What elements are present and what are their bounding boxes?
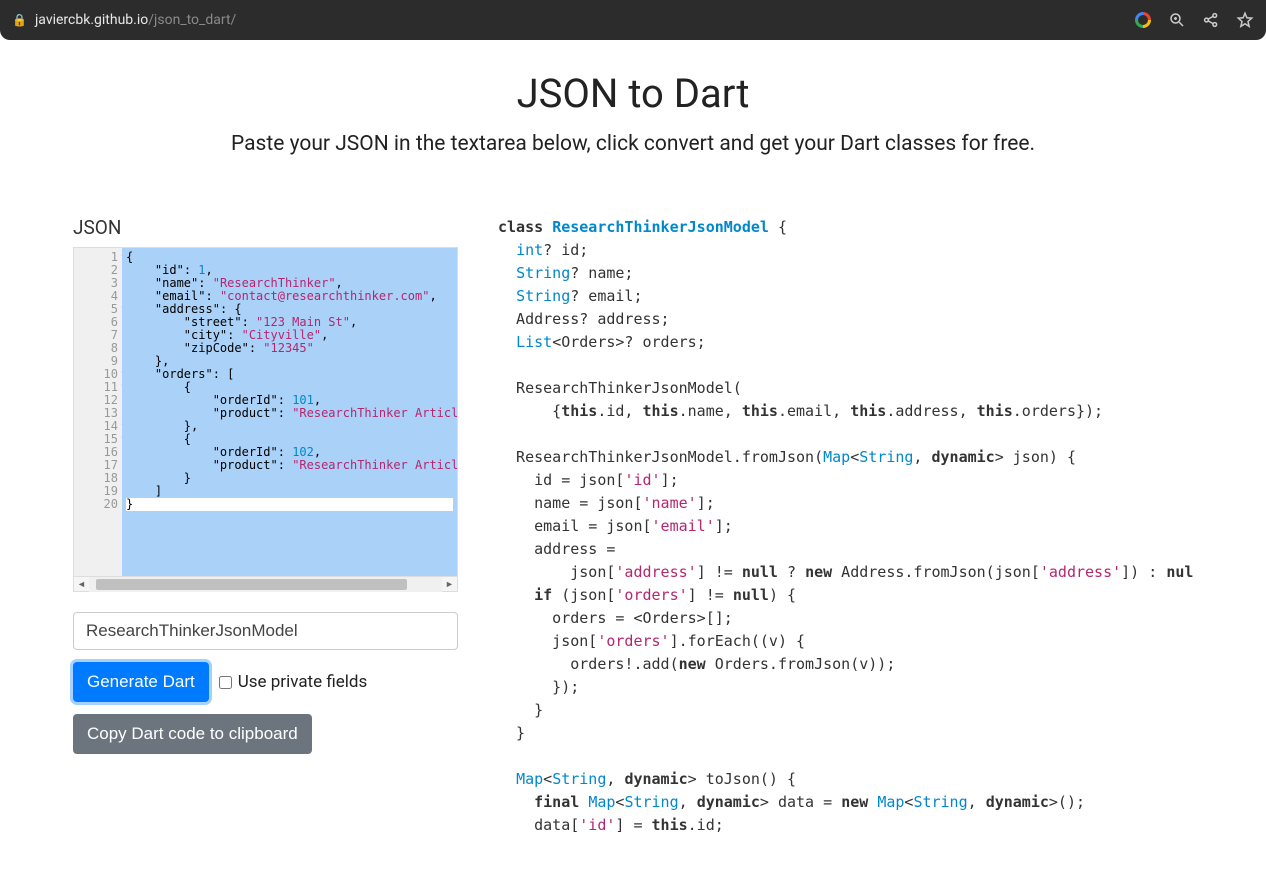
dart-output-panel: class ResearchThinkerJsonModel { int? id… [498, 216, 1193, 837]
page-header: JSON to Dart Paste your JSON in the text… [83, 70, 1183, 156]
copy-dart-button[interactable]: Copy Dart code to clipboard [73, 714, 312, 754]
private-fields-option[interactable]: Use private fields [219, 672, 368, 692]
json-section-label: JSON [73, 216, 458, 239]
zoom-icon[interactable] [1168, 11, 1186, 29]
json-editor-hscroll[interactable]: ◄ ► [73, 577, 458, 592]
private-fields-checkbox[interactable] [219, 676, 232, 689]
private-fields-label: Use private fields [238, 672, 368, 692]
class-name-input[interactable] [73, 612, 458, 650]
generate-dart-button[interactable]: Generate Dart [73, 662, 209, 702]
scroll-right-icon[interactable]: ► [442, 577, 457, 592]
scroll-track[interactable] [89, 577, 442, 592]
url-display[interactable]: 🔒 javiercbk.github.io/json_to_dart/ [12, 12, 236, 28]
star-icon[interactable] [1236, 11, 1254, 29]
json-editor[interactable]: 1▾2345▾678910▾11▾121314▾15▾1617181920 { … [73, 247, 458, 592]
dart-output-code[interactable]: class ResearchThinkerJsonModel { int? id… [498, 216, 1193, 837]
browser-address-bar: 🔒 javiercbk.github.io/json_to_dart/ [0, 0, 1266, 40]
lock-icon: 🔒 [12, 13, 27, 27]
json-editor-code[interactable]: { "id": 1, "name": "ResearchThinker", "e… [122, 248, 457, 576]
share-icon[interactable] [1202, 11, 1220, 29]
left-panel: JSON 1▾2345▾678910▾11▾121314▾15▾16171819… [73, 216, 458, 837]
page-title: JSON to Dart [83, 70, 1183, 117]
url-host: javiercbk.github.io [35, 12, 148, 28]
scroll-left-icon[interactable]: ◄ [74, 577, 89, 592]
url-path: /json_to_dart/ [148, 12, 236, 28]
scroll-thumb[interactable] [96, 579, 407, 590]
browser-actions [1134, 11, 1254, 29]
json-editor-gutter: 1▾2345▾678910▾11▾121314▾15▾1617181920 [74, 248, 122, 576]
google-icon[interactable] [1134, 11, 1152, 29]
page-subtitle: Paste your JSON in the textarea below, c… [83, 132, 1183, 156]
